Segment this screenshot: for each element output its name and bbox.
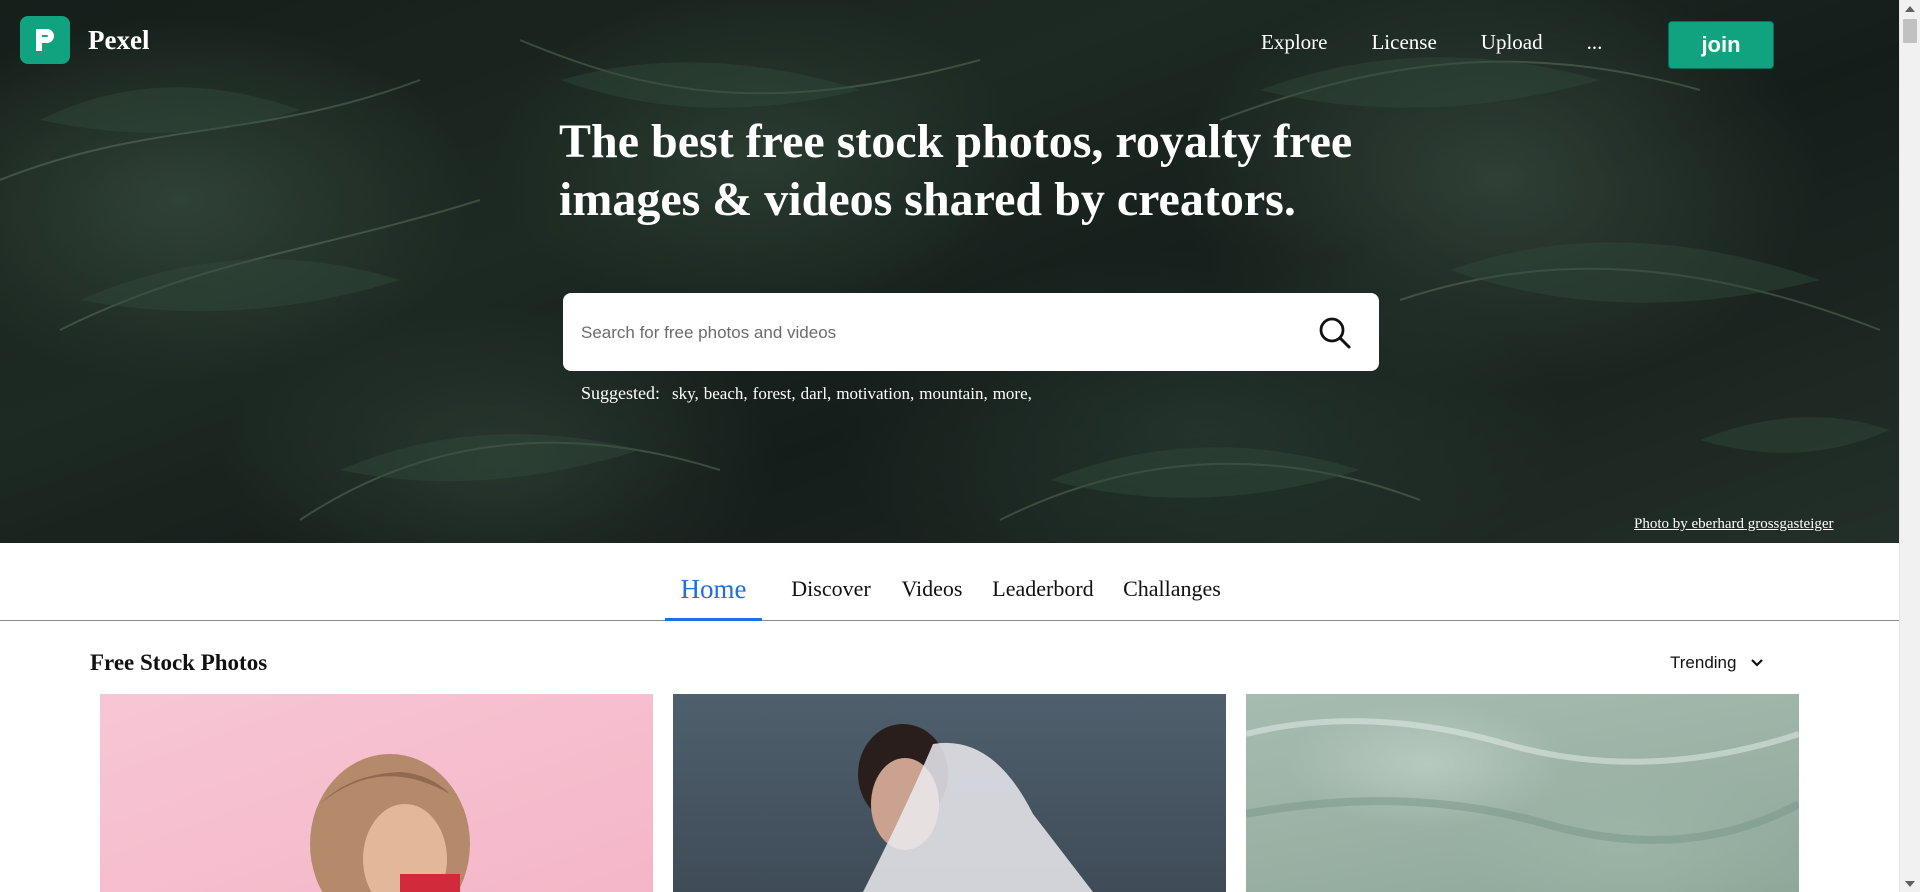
suggested-tag-beach[interactable]: beach, <box>704 384 748 404</box>
nav-upload[interactable]: Upload <box>1481 30 1543 55</box>
photo-card[interactable] <box>673 694 1226 892</box>
suggested-tag-mountain[interactable]: mountain, <box>919 384 987 404</box>
nav-explore[interactable]: Explore <box>1261 30 1327 55</box>
scroll-down-arrow[interactable] <box>1900 875 1920 892</box>
category-tabs: Home Discover Videos Leaderbord Challang… <box>0 543 1899 621</box>
tab-challanges[interactable]: Challanges <box>1118 543 1226 621</box>
nav-more[interactable]: ... <box>1587 30 1603 55</box>
suggested-tag-forest[interactable]: forest, <box>753 384 796 404</box>
suggested-tag-motivation[interactable]: motivation, <box>836 384 914 404</box>
search-input[interactable] <box>579 293 1283 373</box>
nav-license[interactable]: License <box>1371 30 1436 55</box>
sort-selected: Trending <box>1670 653 1737 672</box>
photo-credit-link[interactable]: Photo by eberhard grossgasteiger <box>1634 516 1834 533</box>
suggested-tag-darl[interactable]: darl, <box>801 384 832 404</box>
suggested-tags: sky, beach, forest, darl, motivation, mo… <box>672 384 1037 404</box>
photo-woman-pink-background <box>310 754 470 892</box>
suggested-tag-sky[interactable]: sky, <box>672 384 699 404</box>
scroll-up-arrow[interactable] <box>1900 0 1920 17</box>
search-bar <box>563 293 1379 373</box>
hero-overlay <box>0 0 1899 543</box>
suggested-searches: Suggested: sky, beach, forest, darl, mot… <box>581 383 1037 404</box>
tab-videos[interactable]: Videos <box>897 543 967 621</box>
chevron-down-icon <box>1751 659 1764 667</box>
join-button[interactable]: join <box>1668 21 1774 69</box>
photo-green-texture <box>1246 718 1799 844</box>
photo-card[interactable] <box>1246 694 1799 892</box>
section-title: Free Stock Photos <box>90 650 268 675</box>
photo-card[interactable] <box>100 694 653 892</box>
tab-home[interactable]: Home <box>665 543 762 621</box>
photo-woman-veil <box>858 724 1093 892</box>
hero-banner: Pexel Explore License Upload ... join Th… <box>0 0 1899 543</box>
hero-title: The best free stock photos, royalty free… <box>559 115 1353 226</box>
search-icon <box>1319 317 1351 349</box>
page: Pexel Explore License Upload ... join Th… <box>0 0 1920 892</box>
scrollbar-thumb[interactable] <box>1903 19 1917 43</box>
search-button[interactable] <box>1315 313 1355 353</box>
brand[interactable]: Pexel <box>20 16 149 64</box>
tab-leaderbord[interactable]: Leaderbord <box>988 543 1098 621</box>
tab-discover[interactable]: Discover <box>787 543 875 621</box>
sort-dropdown[interactable]: Trending <box>1670 653 1764 673</box>
suggested-label: Suggested: <box>581 383 660 403</box>
vertical-scrollbar[interactable] <box>1899 0 1920 892</box>
pexels-logo-icon[interactable] <box>20 16 70 64</box>
top-navigation: Explore License Upload ... <box>1261 30 1646 55</box>
brand-name[interactable]: Pexel <box>88 25 149 56</box>
suggested-tag-more[interactable]: more, <box>993 384 1032 404</box>
